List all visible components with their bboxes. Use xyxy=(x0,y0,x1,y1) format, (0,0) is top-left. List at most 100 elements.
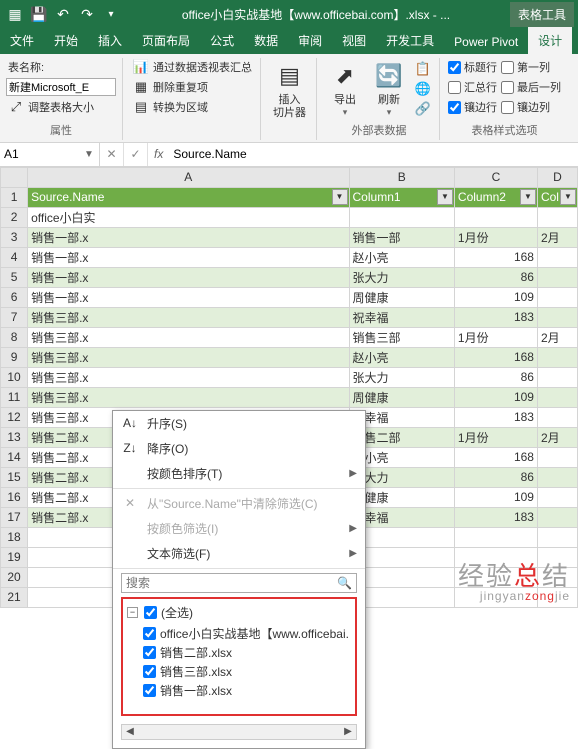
cell[interactable]: 109 xyxy=(454,387,537,407)
tab-developer[interactable]: 开发工具 xyxy=(376,27,444,54)
name-box-input[interactable] xyxy=(0,143,80,166)
cell[interactable]: 86 xyxy=(454,367,537,387)
chk-header-row-box[interactable] xyxy=(448,61,461,74)
tab-cut[interactable]: 查 xyxy=(572,27,578,54)
tab-view[interactable]: 视图 xyxy=(332,27,376,54)
filter-checkbox[interactable] xyxy=(143,665,156,678)
cell[interactable]: 168 xyxy=(454,447,537,467)
chk-banded-cols[interactable]: 镶边列 xyxy=(501,98,561,116)
cell[interactable]: 2月 xyxy=(537,427,577,447)
filter-scrollbar[interactable]: ◀ ▶ xyxy=(121,724,357,740)
redo-icon[interactable]: ↷ xyxy=(76,3,98,25)
row-header[interactable]: 2 xyxy=(1,207,28,227)
ext-btn-2[interactable]: 🌐 xyxy=(413,80,433,98)
sort-desc[interactable]: Z↓降序(O) xyxy=(113,436,365,461)
cell[interactable]: 销售三部.x xyxy=(28,387,349,407)
cell[interactable]: 1月份 xyxy=(454,427,537,447)
cell[interactable]: 赵小亮 xyxy=(349,247,454,267)
col-a[interactable]: A xyxy=(28,167,349,187)
tab-powerpivot[interactable]: Power Pivot xyxy=(444,30,528,54)
cell[interactable]: 168 xyxy=(454,247,537,267)
formula-input[interactable] xyxy=(169,143,578,166)
row-header[interactable]: 21 xyxy=(1,587,28,607)
cell[interactable] xyxy=(537,307,577,327)
cell[interactable] xyxy=(454,587,537,607)
chk-total-row[interactable]: 汇总行 xyxy=(448,78,497,96)
name-box-dropdown-icon[interactable]: ▼ xyxy=(80,149,98,160)
filter-dropdown-button[interactable]: ▼ xyxy=(332,189,348,205)
scroll-left-icon[interactable]: ◀ xyxy=(122,726,138,737)
collapse-icon[interactable]: − xyxy=(127,607,138,618)
cell[interactable] xyxy=(537,587,577,607)
row-header[interactable]: 16 xyxy=(1,487,28,507)
cell[interactable] xyxy=(454,527,537,547)
sort-asc[interactable]: A↓升序(S) xyxy=(113,411,365,436)
scroll-right-icon[interactable]: ▶ xyxy=(340,726,356,737)
cell[interactable]: 周健康 xyxy=(349,387,454,407)
remove-duplicates-button[interactable]: ▦删除重复项 xyxy=(131,78,254,96)
chk-last-col-box[interactable] xyxy=(501,81,514,94)
tab-home[interactable]: 开始 xyxy=(44,27,88,54)
filter-dropdown-button[interactable]: ▼ xyxy=(560,189,576,205)
sort-by-color[interactable]: 按颜色排序(T)▶ xyxy=(113,461,365,486)
export-button[interactable]: ⬈ 导出 ▾ xyxy=(325,58,365,120)
row-header[interactable]: 11 xyxy=(1,387,28,407)
filter-search[interactable]: 🔍 xyxy=(121,573,357,593)
ext-btn-3[interactable]: 🔗 xyxy=(413,100,433,118)
cell[interactable] xyxy=(537,267,577,287)
filter-search-input[interactable] xyxy=(126,576,337,590)
filter-checkbox[interactable] xyxy=(143,684,156,697)
cell[interactable]: 183 xyxy=(454,407,537,427)
refresh-button[interactable]: 🔄 刷新 ▾ xyxy=(369,58,409,120)
insert-slicer-button[interactable]: ▤ 插入 切片器 xyxy=(269,58,310,124)
tab-data[interactable]: 数据 xyxy=(244,27,288,54)
cell[interactable]: 销售一部.x xyxy=(28,227,349,247)
filter-checkbox[interactable] xyxy=(143,646,156,659)
spreadsheet[interactable]: A B C D 1Source.Name▼Column1▼Column2▼Col… xyxy=(0,167,578,608)
tab-design[interactable]: 设计 xyxy=(528,27,572,54)
cell[interactable]: 销售三部.x xyxy=(28,307,349,327)
row-header[interactable]: 6 xyxy=(1,287,28,307)
row-header[interactable]: 7 xyxy=(1,307,28,327)
cell[interactable]: 销售一部.x xyxy=(28,267,349,287)
filter-item[interactable]: 销售二部.xlsx xyxy=(129,643,349,662)
row-header[interactable]: 15 xyxy=(1,467,28,487)
row-header[interactable]: 9 xyxy=(1,347,28,367)
col-d[interactable]: D xyxy=(537,167,577,187)
cell[interactable] xyxy=(537,547,577,567)
ext-btn-1[interactable]: 📋 xyxy=(413,60,433,78)
cell[interactable]: 109 xyxy=(454,287,537,307)
cell[interactable]: 168 xyxy=(454,347,537,367)
cell[interactable]: Column1▼ xyxy=(349,187,454,207)
row-header[interactable]: 20 xyxy=(1,567,28,587)
cell[interactable]: 1月份 xyxy=(454,327,537,347)
cell[interactable]: 张大力 xyxy=(349,267,454,287)
cell[interactable]: 2月 xyxy=(537,227,577,247)
cell[interactable]: 祝幸福 xyxy=(349,307,454,327)
cell[interactable] xyxy=(537,487,577,507)
row-header[interactable]: 12 xyxy=(1,407,28,427)
cell[interactable] xyxy=(454,207,537,227)
cell[interactable]: 周健康 xyxy=(349,287,454,307)
resize-table-button[interactable]: ⤢调整表格大小 xyxy=(6,98,116,116)
filter-select-all[interactable]: −(全选) xyxy=(127,603,349,622)
select-all-corner[interactable] xyxy=(1,167,28,187)
convert-range-button[interactable]: ▤转换为区域 xyxy=(131,98,254,116)
row-header[interactable]: 19 xyxy=(1,547,28,567)
filter-dropdown-button[interactable]: ▼ xyxy=(520,189,536,205)
tab-review[interactable]: 审阅 xyxy=(288,27,332,54)
cell[interactable]: 1月份 xyxy=(454,227,537,247)
cell[interactable] xyxy=(537,507,577,527)
row-header[interactable]: 5 xyxy=(1,267,28,287)
cell[interactable]: 销售三部 xyxy=(349,327,454,347)
cell[interactable] xyxy=(537,407,577,427)
table-name-input[interactable] xyxy=(6,78,116,96)
col-c[interactable]: C xyxy=(454,167,537,187)
row-header[interactable]: 13 xyxy=(1,427,28,447)
cell[interactable]: 销售一部.x xyxy=(28,247,349,267)
cell[interactable]: 销售三部.x xyxy=(28,367,349,387)
cell[interactable] xyxy=(454,567,537,587)
chk-banded-cols-box[interactable] xyxy=(501,101,514,114)
filter-item[interactable]: 销售一部.xlsx xyxy=(129,681,349,700)
row-header[interactable]: 18 xyxy=(1,527,28,547)
